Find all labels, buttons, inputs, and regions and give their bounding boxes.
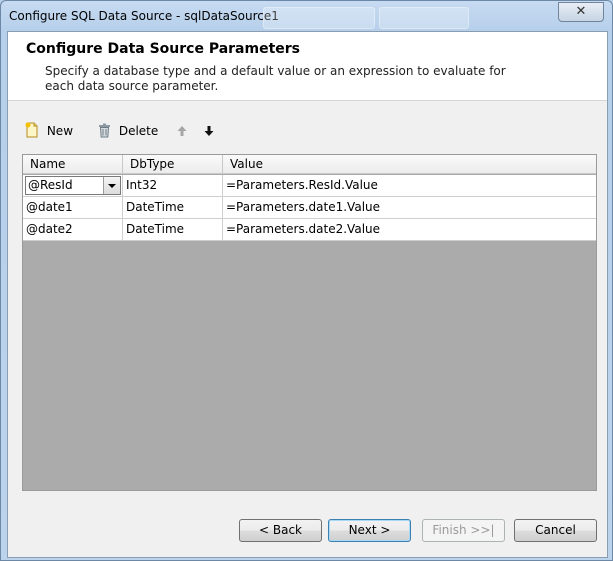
new-button[interactable]: New bbox=[25, 120, 73, 142]
combobox-dropdown-button[interactable] bbox=[103, 177, 120, 194]
title-bar[interactable]: Configure SQL Data Source - sqlDataSourc… bbox=[1, 1, 612, 31]
move-up-button[interactable] bbox=[177, 120, 187, 142]
finish-button[interactable]: Finish >>| bbox=[422, 519, 505, 542]
name-cell[interactable]: @date2 bbox=[23, 219, 123, 241]
name-combobox[interactable]: @ResId bbox=[25, 176, 121, 195]
name-cell[interactable]: @ResId bbox=[23, 175, 123, 197]
dialog-client-area: Configure Data Source Parameters Specify… bbox=[7, 31, 608, 558]
dbtype-cell[interactable]: Int32 bbox=[123, 175, 223, 197]
wizard-header: Configure Data Source Parameters Specify… bbox=[8, 32, 607, 101]
parameters-grid[interactable]: Name DbType Value @ResId Int32 =Paramete… bbox=[22, 154, 597, 491]
back-button[interactable]: < Back bbox=[239, 519, 322, 542]
arrow-up-icon bbox=[177, 126, 187, 136]
background-taskbar-tab bbox=[263, 7, 375, 29]
value-cell[interactable]: =Parameters.date1.Value bbox=[223, 197, 596, 219]
delete-button-label: Delete bbox=[118, 124, 159, 138]
new-document-icon bbox=[25, 122, 38, 138]
dbtype-cell[interactable]: DateTime bbox=[123, 219, 223, 241]
cancel-button[interactable]: Cancel bbox=[514, 519, 597, 542]
arrow-down-icon bbox=[204, 126, 214, 136]
value-cell[interactable]: =Parameters.ResId.Value bbox=[223, 175, 596, 197]
value-cell[interactable]: =Parameters.date2.Value bbox=[223, 219, 596, 241]
name-cell[interactable]: @date1 bbox=[23, 197, 123, 219]
column-header-name[interactable]: Name bbox=[23, 155, 123, 174]
dbtype-cell[interactable]: DateTime bbox=[123, 197, 223, 219]
next-button[interactable]: Next > bbox=[328, 519, 411, 542]
window-title: Configure SQL Data Source - sqlDataSourc… bbox=[9, 9, 279, 23]
name-combobox-value: @ResId bbox=[28, 178, 73, 192]
background-taskbar-tab bbox=[379, 7, 469, 29]
move-down-button[interactable] bbox=[204, 120, 214, 142]
close-icon: ✕ bbox=[575, 4, 587, 19]
dialog-window: Configure SQL Data Source - sqlDataSourc… bbox=[0, 0, 613, 561]
trash-icon bbox=[99, 123, 110, 138]
chevron-down-icon bbox=[108, 184, 116, 188]
page-title: Configure Data Source Parameters bbox=[26, 41, 301, 57]
close-button[interactable]: ✕ bbox=[558, 2, 604, 22]
new-button-label: New bbox=[46, 124, 74, 138]
table-row[interactable]: @date2 DateTime =Parameters.date2.Value bbox=[23, 219, 596, 241]
column-header-value[interactable]: Value bbox=[223, 155, 596, 174]
page-description: Specify a database type and a default va… bbox=[45, 64, 506, 93]
table-row[interactable]: @date1 DateTime =Parameters.date1.Value bbox=[23, 197, 596, 219]
delete-button[interactable]: Delete bbox=[98, 120, 158, 142]
table-row[interactable]: @ResId Int32 =Parameters.ResId.Value bbox=[23, 175, 596, 197]
column-header-dbtype[interactable]: DbType bbox=[123, 155, 223, 174]
